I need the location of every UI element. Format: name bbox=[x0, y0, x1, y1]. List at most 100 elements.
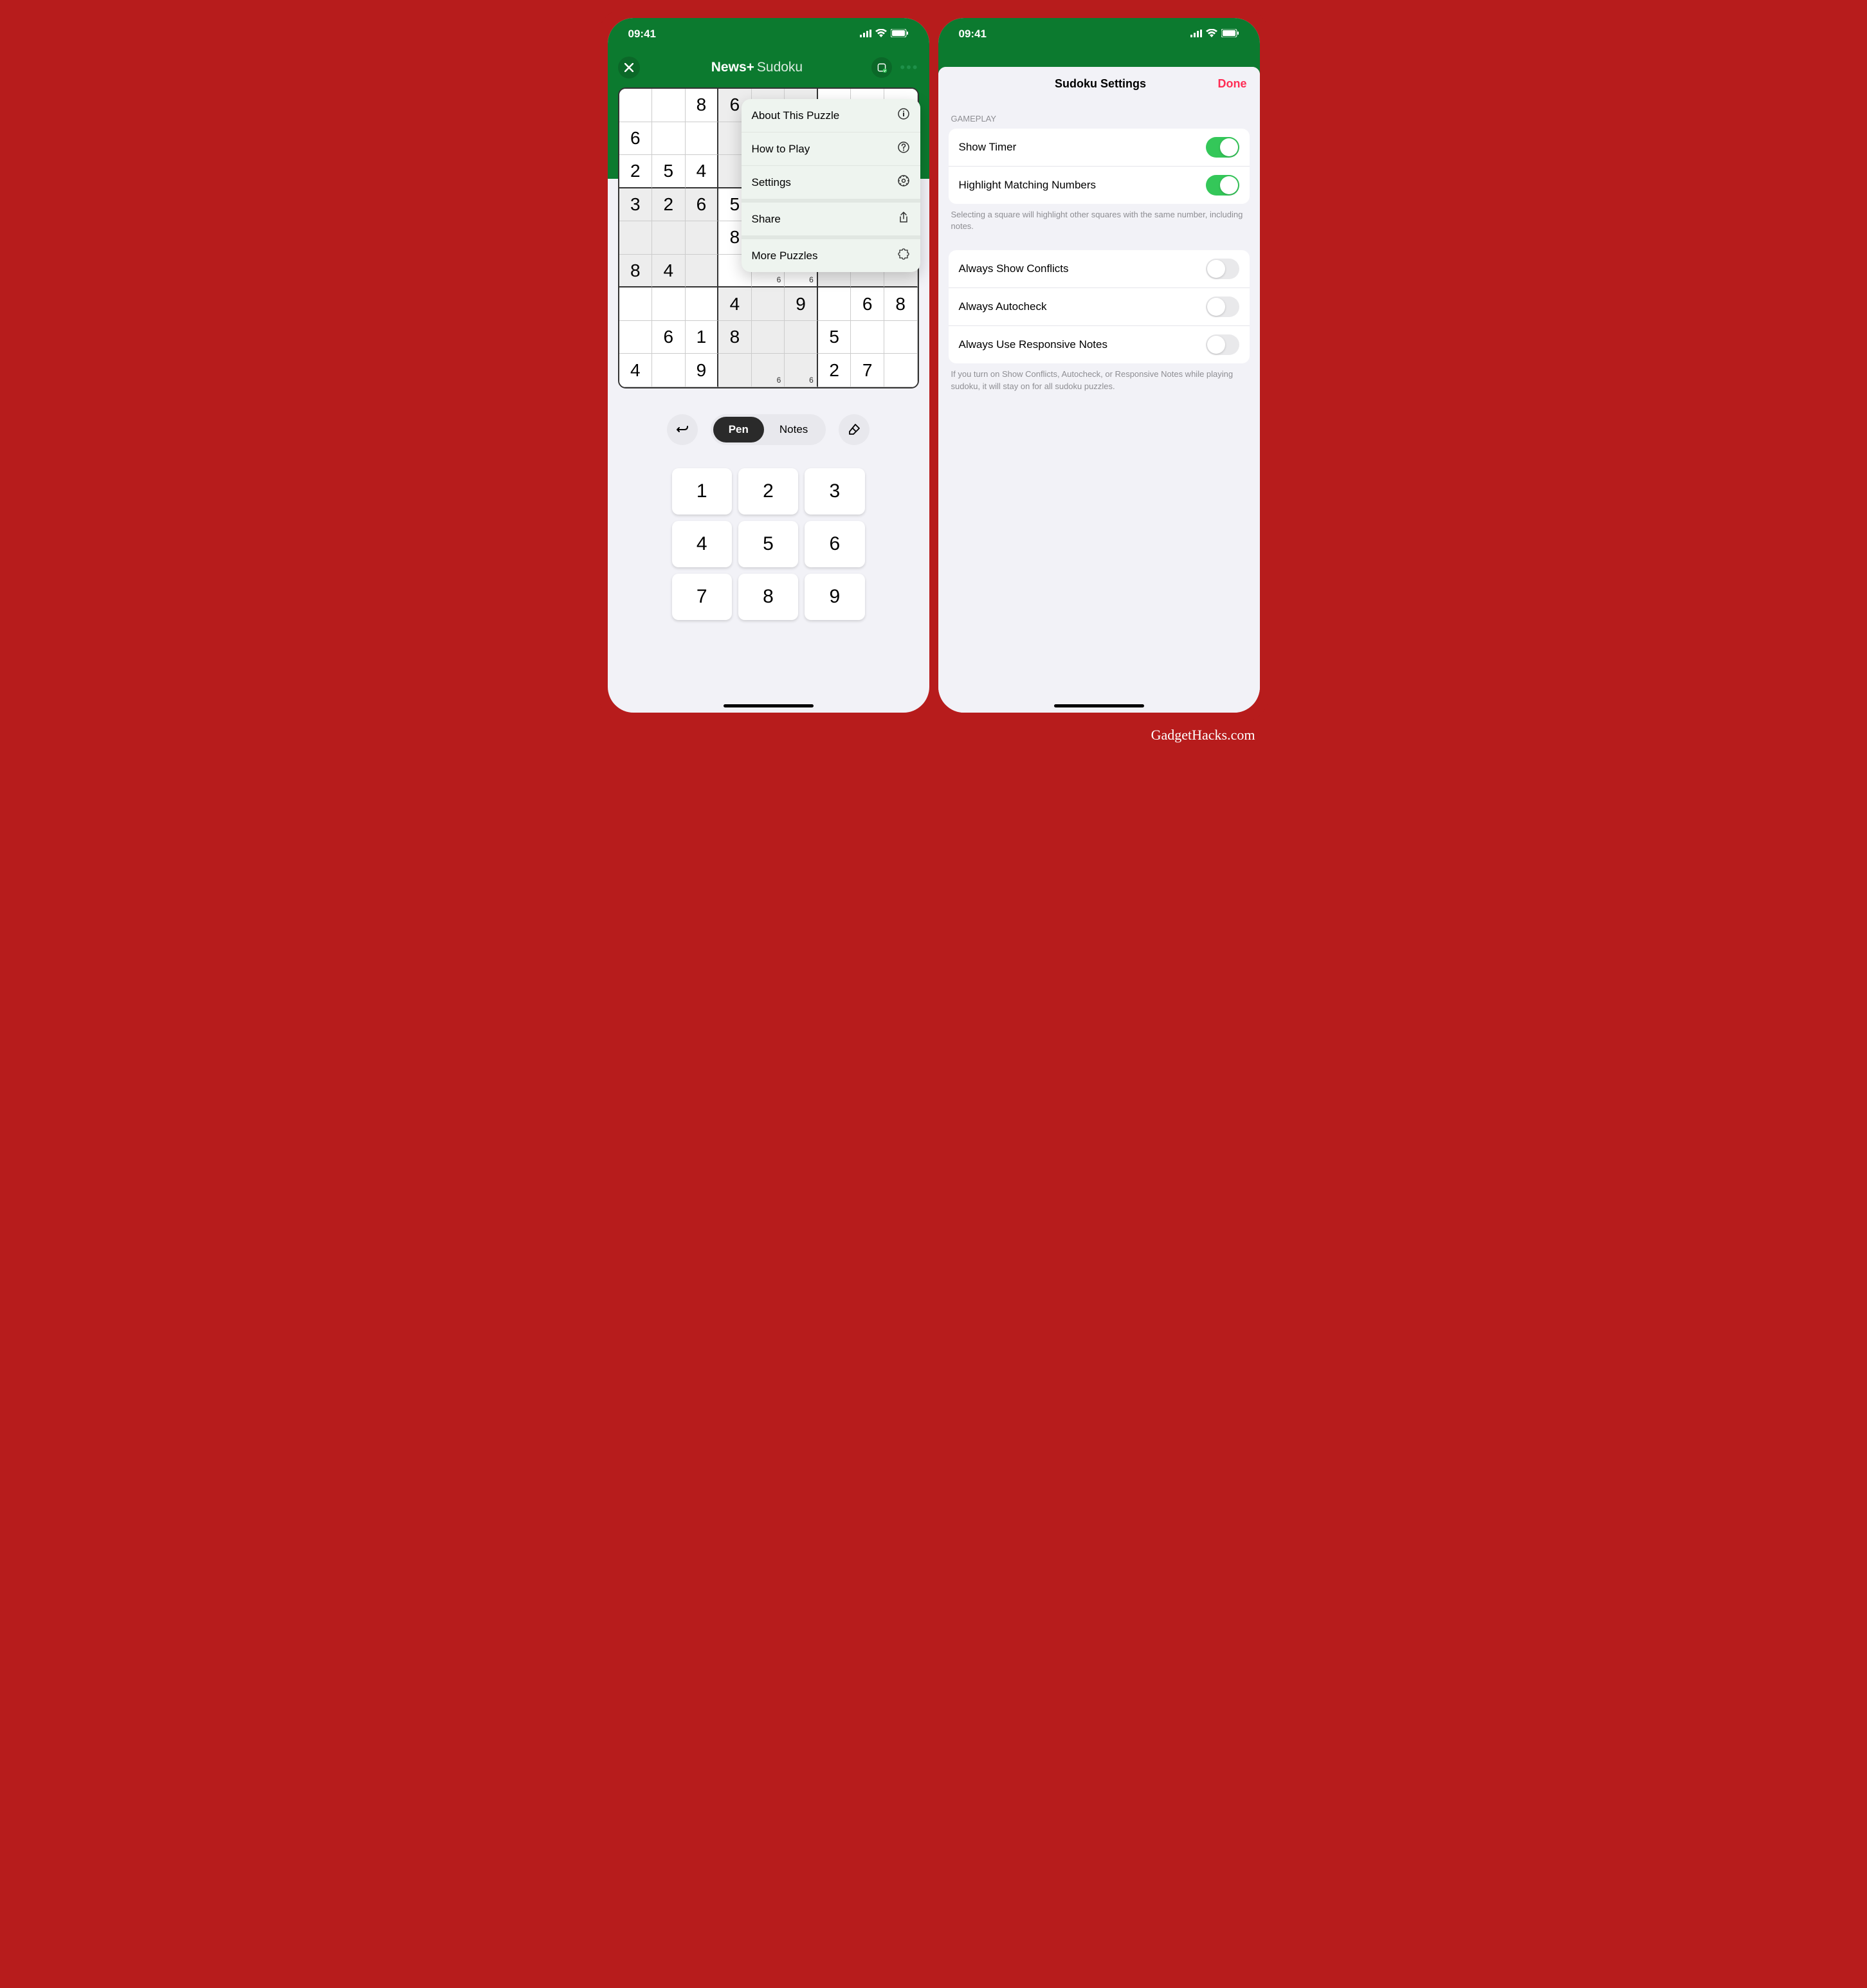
num-key-8[interactable]: 8 bbox=[738, 574, 798, 620]
sudoku-cell[interactable] bbox=[686, 287, 719, 321]
sudoku-cell[interactable]: 8 bbox=[884, 287, 918, 321]
done-button[interactable]: Done bbox=[1218, 77, 1247, 91]
sudoku-cell[interactable] bbox=[884, 354, 918, 387]
menu-item-label: More Puzzles bbox=[752, 250, 818, 262]
sudoku-cell[interactable] bbox=[686, 122, 719, 156]
setting-label: Show Timer bbox=[959, 141, 1017, 154]
more-button[interactable]: ••• bbox=[900, 59, 918, 76]
sudoku-cell[interactable]: 8 bbox=[718, 321, 752, 354]
menu-settings[interactable]: Settings bbox=[742, 166, 920, 203]
menu-item-label: Settings bbox=[752, 176, 791, 189]
sudoku-cell[interactable]: 5 bbox=[818, 321, 852, 354]
toggle-highlight-matching[interactable] bbox=[1206, 175, 1239, 196]
sudoku-cell[interactable]: 4 bbox=[619, 354, 653, 387]
settings-group-always: Always Show Conflicts Always Autocheck A… bbox=[949, 250, 1250, 363]
sudoku-cell[interactable] bbox=[619, 321, 653, 354]
num-key-7[interactable]: 7 bbox=[672, 574, 732, 620]
sudoku-cell[interactable]: 4 bbox=[652, 255, 686, 288]
close-button[interactable] bbox=[618, 57, 640, 78]
menu-about[interactable]: About This Puzzle bbox=[742, 99, 920, 132]
sudoku-cell[interactable]: 7 bbox=[851, 354, 884, 387]
toggle-show-conflicts[interactable] bbox=[1206, 259, 1239, 279]
num-key-2[interactable]: 2 bbox=[738, 468, 798, 515]
menu-more-puzzles[interactable]: More Puzzles bbox=[742, 239, 920, 272]
signal-icon bbox=[1190, 28, 1202, 41]
sudoku-cell[interactable]: 5 bbox=[652, 155, 686, 188]
sudoku-cell[interactable] bbox=[884, 321, 918, 354]
home-indicator[interactable] bbox=[724, 704, 814, 707]
settings-header: Sudoku Settings Done bbox=[938, 67, 1260, 101]
toggle-responsive-notes[interactable] bbox=[1206, 334, 1239, 355]
info-icon bbox=[897, 107, 910, 123]
sudoku-cell[interactable]: 6 bbox=[652, 321, 686, 354]
controls: Pen Notes 123 456 789 bbox=[608, 388, 929, 620]
sudoku-cell[interactable] bbox=[652, 287, 686, 321]
pen-mode[interactable]: Pen bbox=[713, 417, 764, 442]
sudoku-cell[interactable]: 4 bbox=[686, 155, 719, 188]
sudoku-cell[interactable] bbox=[652, 354, 686, 387]
sudoku-cell[interactable] bbox=[619, 89, 653, 122]
setting-show-timer: Show Timer bbox=[949, 129, 1250, 167]
num-key-5[interactable]: 5 bbox=[738, 521, 798, 567]
toggle-show-timer[interactable] bbox=[1206, 137, 1239, 158]
undo-button[interactable] bbox=[667, 414, 698, 445]
menu-howto[interactable]: How to Play bbox=[742, 132, 920, 166]
sudoku-cell[interactable] bbox=[718, 354, 752, 387]
multiplayer-button[interactable] bbox=[871, 57, 892, 78]
sudoku-cell[interactable] bbox=[752, 321, 785, 354]
erase-button[interactable] bbox=[839, 414, 870, 445]
menu-share[interactable]: Share bbox=[742, 203, 920, 239]
sudoku-cell[interactable]: 8 bbox=[686, 89, 719, 122]
sudoku-cell[interactable]: 3 bbox=[619, 188, 653, 222]
sudoku-cell[interactable]: 6 bbox=[785, 354, 818, 387]
num-key-6[interactable]: 6 bbox=[805, 521, 864, 567]
sudoku-cell[interactable]: 9 bbox=[686, 354, 719, 387]
sudoku-cell[interactable]: 2 bbox=[818, 354, 852, 387]
settings-title: Sudoku Settings bbox=[983, 77, 1218, 91]
sudoku-cell[interactable] bbox=[686, 255, 719, 288]
sudoku-cell[interactable]: 6 bbox=[851, 287, 884, 321]
sudoku-cell[interactable] bbox=[652, 122, 686, 156]
num-key-3[interactable]: 3 bbox=[805, 468, 864, 515]
watermark: GadgetHacks.com bbox=[593, 722, 1275, 743]
sudoku-cell[interactable] bbox=[686, 221, 719, 255]
battery-icon bbox=[891, 28, 909, 41]
setting-autocheck: Always Autocheck bbox=[949, 288, 1250, 326]
sudoku-cell[interactable]: 8 bbox=[619, 255, 653, 288]
toggle-autocheck[interactable] bbox=[1206, 296, 1239, 317]
game-name: Sudoku bbox=[757, 60, 803, 75]
status-time: 09:41 bbox=[959, 28, 987, 41]
menu-item-label: Share bbox=[752, 213, 781, 226]
sudoku-cell[interactable] bbox=[652, 89, 686, 122]
sudoku-cell[interactable] bbox=[652, 221, 686, 255]
setting-label: Always Autocheck bbox=[959, 300, 1047, 313]
sudoku-cell[interactable]: 6 bbox=[619, 122, 653, 156]
sudoku-cell[interactable]: 1 bbox=[686, 321, 719, 354]
cell-note: 6 bbox=[809, 275, 814, 284]
sudoku-cell[interactable] bbox=[752, 287, 785, 321]
setting-label: Highlight Matching Numbers bbox=[959, 179, 1097, 192]
status-bar: 09:41 bbox=[608, 18, 929, 50]
sudoku-cell[interactable]: 2 bbox=[652, 188, 686, 222]
section-footer: Selecting a square will highlight other … bbox=[938, 204, 1260, 237]
num-key-4[interactable]: 4 bbox=[672, 521, 732, 567]
sudoku-cell[interactable] bbox=[619, 287, 653, 321]
sudoku-cell[interactable]: 6 bbox=[752, 354, 785, 387]
num-key-9[interactable]: 9 bbox=[805, 574, 864, 620]
status-icons bbox=[860, 28, 909, 41]
help-icon bbox=[897, 141, 910, 157]
news-brand: News+ bbox=[711, 60, 754, 75]
notes-mode[interactable]: Notes bbox=[764, 417, 823, 442]
sudoku-cell[interactable] bbox=[851, 321, 884, 354]
home-indicator[interactable] bbox=[1054, 704, 1144, 707]
setting-label: Always Use Responsive Notes bbox=[959, 338, 1107, 351]
setting-label: Always Show Conflicts bbox=[959, 262, 1069, 275]
num-key-1[interactable]: 1 bbox=[672, 468, 732, 515]
sudoku-cell[interactable]: 4 bbox=[718, 287, 752, 321]
sudoku-cell[interactable] bbox=[785, 321, 818, 354]
sudoku-cell[interactable]: 6 bbox=[686, 188, 719, 222]
sudoku-cell[interactable]: 9 bbox=[785, 287, 818, 321]
sudoku-cell[interactable] bbox=[818, 287, 852, 321]
sudoku-cell[interactable] bbox=[619, 221, 653, 255]
sudoku-cell[interactable]: 2 bbox=[619, 155, 653, 188]
